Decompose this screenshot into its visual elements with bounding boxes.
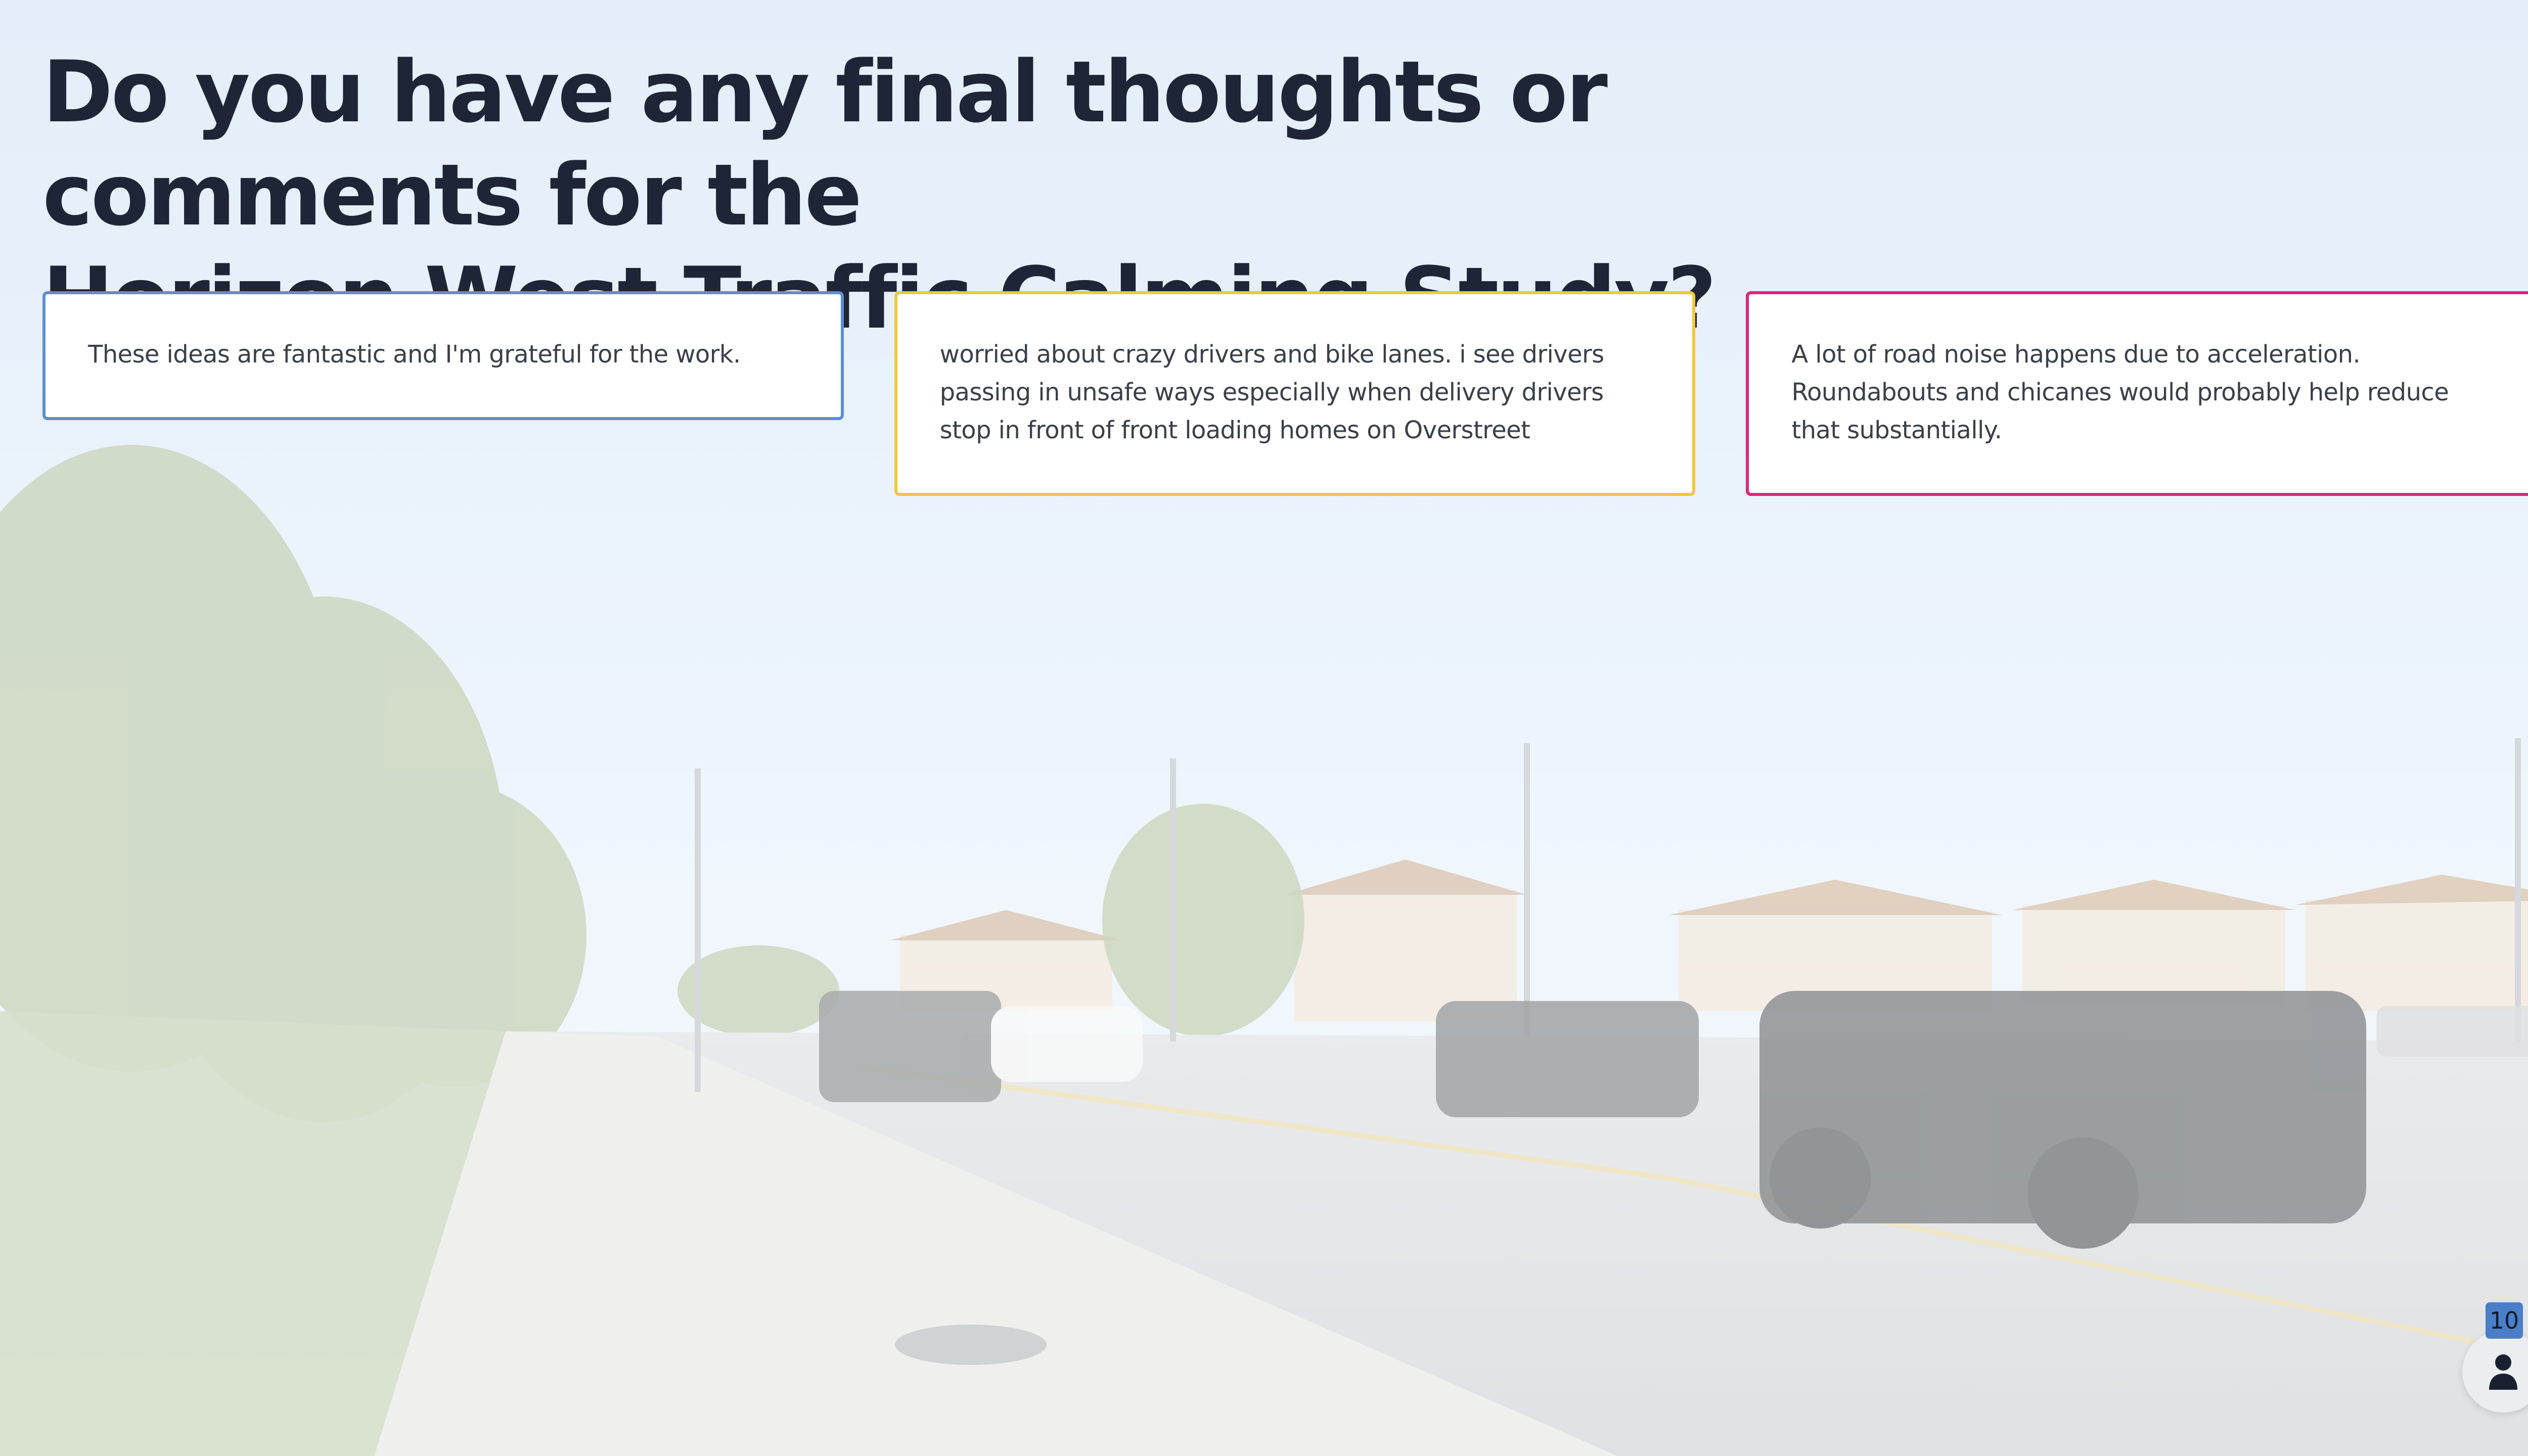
response-text: worried about crazy drivers and bike lan… — [939, 340, 1604, 444]
response-card: These ideas are fantastic and I'm gratef… — [42, 291, 844, 420]
participant-counter[interactable]: 10 — [2460, 1302, 2528, 1414]
question-title-line-1: Do you have any final thoughts or commen… — [42, 42, 1608, 245]
response-text: These ideas are fantastic and I'm gratef… — [88, 340, 741, 369]
response-card: worried about crazy drivers and bike lan… — [894, 291, 1696, 496]
person-icon — [2489, 1354, 2517, 1390]
participant-count-badge: 10 — [2486, 1302, 2523, 1339]
response-text: A lot of road noise happens due to accel… — [1791, 340, 2449, 444]
response-cards: These ideas are fantastic and I'm gratef… — [42, 291, 2528, 496]
response-card: A lot of road noise happens due to accel… — [1746, 291, 2528, 496]
participants-button[interactable] — [2462, 1331, 2528, 1413]
